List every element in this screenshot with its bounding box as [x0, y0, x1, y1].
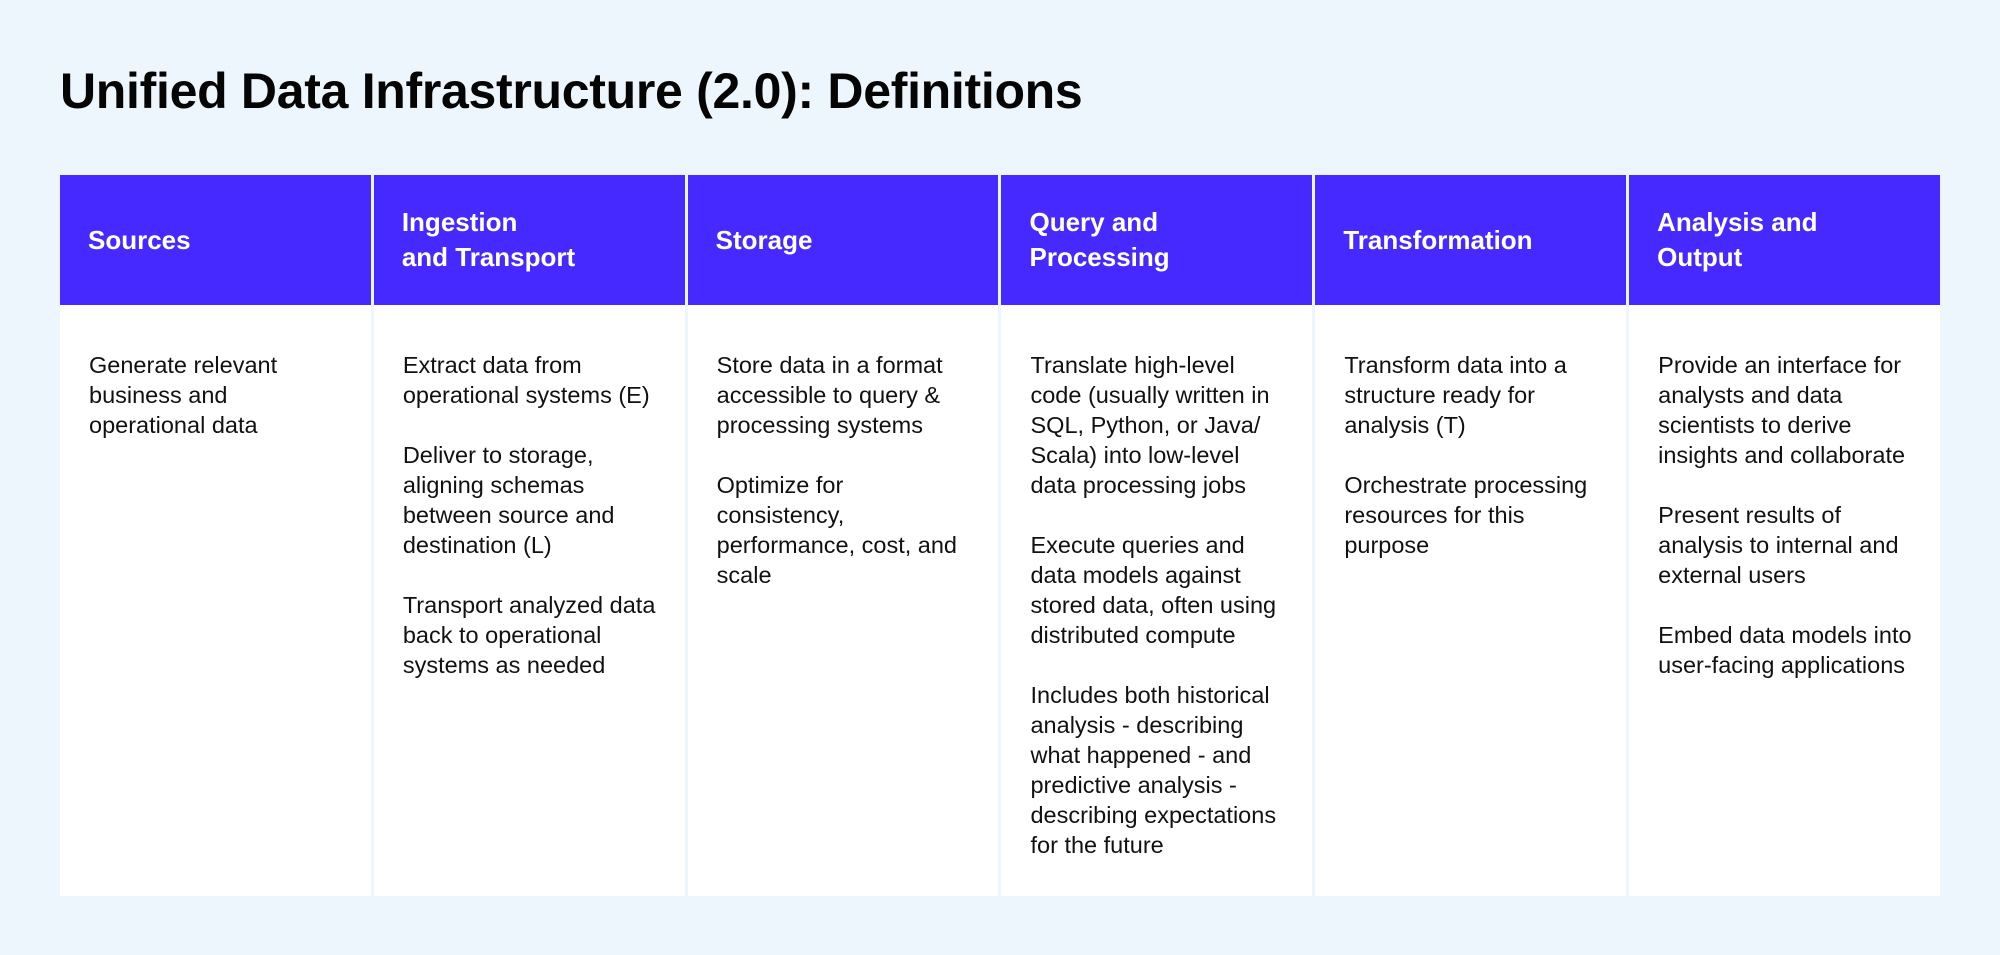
definition-paragraph: Translate high-level code (usually writt… [1030, 352, 1270, 498]
definition-paragraph: Generate relevant business and operation… [89, 352, 278, 438]
definition-paragraph: Optimize for consistency, performance, c… [716, 472, 958, 588]
column-heading: Query and Processing [1001, 175, 1313, 305]
column-heading: Ingestion and Transport [373, 175, 685, 305]
column-heading: Analysis and Output [1629, 175, 1940, 305]
column-body: Provide an interface for analysts and da… [1629, 305, 1940, 896]
column-sources: Sources Generate relevant business and o… [60, 175, 371, 896]
column-body: Store data in a format accessible to que… [688, 305, 999, 896]
definition-paragraph: Present results of analysis to internal … [1658, 502, 1899, 588]
definition-paragraph: Provide an interface for analysts and da… [1658, 352, 1906, 468]
definition-paragraph: Extract data from operational systems (E… [402, 352, 650, 408]
column-query-and-processing: Query and Processing Translate high-leve… [998, 175, 1313, 896]
definition-paragraph: Store data in a format accessible to que… [716, 352, 943, 438]
definition-paragraph: Transform data into a structure ready fo… [1344, 352, 1567, 438]
definition-paragraph: Includes both historical analysis - desc… [1030, 682, 1277, 858]
column-body: Translate high-level code (usually writt… [1001, 305, 1312, 896]
definition-paragraph: Embed data models into user-facing appli… [1658, 622, 1912, 678]
definition-paragraph: Execute queries and data models against … [1030, 532, 1277, 648]
page-title: Unified Data Infrastructure (2.0): Defin… [60, 63, 1083, 119]
column-transformation: Transformation Transform data into a str… [1312, 175, 1627, 896]
definitions-table: Sources Generate relevant business and o… [60, 175, 1940, 896]
column-storage: Storage Store data in a format accessibl… [684, 175, 999, 896]
column-heading: Transformation [1315, 175, 1627, 305]
column-body: Generate relevant business and operation… [60, 305, 371, 896]
column-heading: Storage [687, 175, 999, 305]
definition-paragraph: Deliver to storage, aligning schemas bet… [402, 442, 615, 558]
column-ingestion-and-transport: Ingestion and Transport Extract data fro… [370, 175, 685, 896]
column-body: Transform data into a structure ready fo… [1315, 305, 1626, 896]
column-body: Extract data from operational systems (E… [374, 305, 685, 896]
column-heading: Sources [60, 175, 371, 305]
definition-paragraph: Orchestrate processing resources for thi… [1344, 472, 1588, 558]
definition-paragraph: Transport analyzed data back to operatio… [402, 592, 656, 678]
column-analysis-and-output: Analysis and Output Provide an interface… [1626, 175, 1940, 896]
